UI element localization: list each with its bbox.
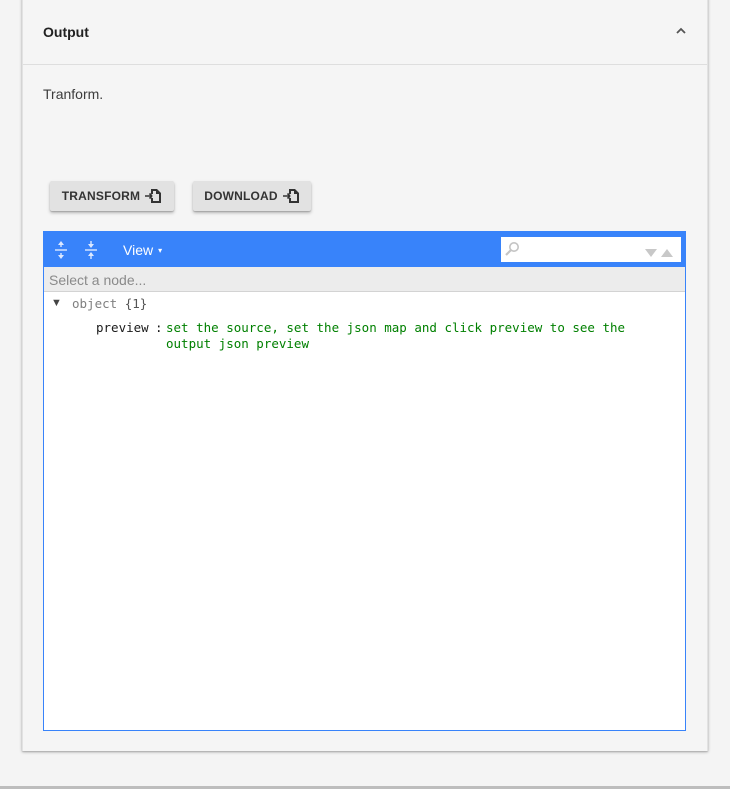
tree-field-value[interactable]: set the source, set the json map and cli… <box>166 320 666 352</box>
view-menu[interactable]: View ▾ <box>123 242 162 258</box>
output-panel: Output Tranform. TRANSFORM DOWNLOAD View… <box>22 0 708 751</box>
json-editor: View ▾ Select a node... ▼ object {1} pre… <box>43 231 686 731</box>
tree-root-node[interactable]: object {1} <box>72 296 147 311</box>
search-box <box>501 237 681 262</box>
tree-field-separator: : <box>155 320 163 335</box>
tree-field-key[interactable]: preview <box>96 320 149 335</box>
tree-root-type: object <box>72 296 118 311</box>
download-button[interactable]: DOWNLOAD <box>193 181 311 211</box>
file-import-icon <box>282 188 300 204</box>
node-navigation-bar[interactable]: Select a node... <box>44 267 685 292</box>
file-import-icon <box>144 188 162 204</box>
editor-toolbar: View ▾ <box>44 232 685 267</box>
panel-description: Tranform. <box>43 86 104 102</box>
search-input[interactable] <box>523 240 641 258</box>
panel-header[interactable]: Output <box>23 0 707 65</box>
transform-button-label: TRANSFORM <box>61 189 141 203</box>
caret-down-icon: ▾ <box>158 245 163 255</box>
search-icon <box>504 241 520 257</box>
panel-title: Output <box>43 24 89 40</box>
tree-toggle-icon[interactable]: ▼ <box>51 297 62 309</box>
chevron-up-icon[interactable] <box>673 23 689 39</box>
expand-all-icon[interactable] <box>50 239 72 261</box>
transform-button[interactable]: TRANSFORM <box>50 181 174 211</box>
search-previous-icon[interactable] <box>661 245 673 257</box>
view-menu-label: View <box>123 242 154 258</box>
search-next-icon[interactable] <box>645 245 657 257</box>
navbar-text: Select a node... <box>49 272 147 288</box>
download-button-label: DOWNLOAD <box>204 189 278 203</box>
tree-root-count: {1} <box>124 296 148 311</box>
collapse-all-icon[interactable] <box>80 239 102 261</box>
